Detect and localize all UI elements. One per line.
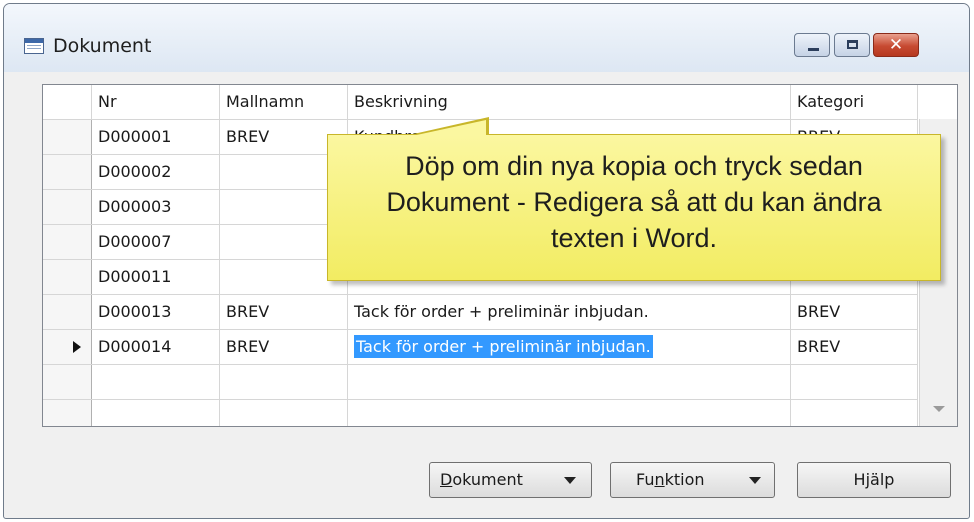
- cell-kategori[interactable]: [791, 400, 918, 426]
- cell-nr[interactable]: D000013: [92, 295, 220, 329]
- cell-nr[interactable]: D000014: [92, 330, 220, 364]
- callout-line-3: texten i Word.: [550, 223, 718, 253]
- minimize-button[interactable]: [794, 33, 830, 57]
- cell-nr[interactable]: [92, 400, 220, 426]
- hjalp-button[interactable]: Hjälp: [797, 462, 951, 498]
- maximize-icon: [847, 40, 858, 49]
- row-selector[interactable]: [43, 155, 92, 189]
- column-header-beskrivning[interactable]: Beskrivning: [348, 85, 791, 119]
- chevron-down-icon: [749, 477, 761, 484]
- table-row[interactable]: [43, 364, 918, 399]
- column-header-kategori[interactable]: Kategori: [791, 85, 918, 119]
- funktion-menu-button[interactable]: Funktion: [610, 462, 775, 498]
- table-icon: [24, 38, 44, 54]
- cell-nr[interactable]: D000002: [92, 155, 220, 189]
- funktion-label-rest: ktion: [664, 470, 705, 489]
- table-row[interactable]: [43, 399, 918, 426]
- dokument-window: Dokument ✕ Nr Mallnamn Beskrivning Kateg…: [3, 3, 970, 519]
- selector-header: [43, 85, 92, 119]
- help-callout: Döp om din nya kopia och tryck sedan Dok…: [327, 134, 941, 281]
- dokument-label-rest: okument: [452, 470, 523, 489]
- dokument-button-label: Dokument: [440, 463, 523, 497]
- cell-beskrivning[interactable]: [348, 365, 791, 399]
- dokument-menu-button[interactable]: Dokument: [429, 462, 592, 498]
- dokument-accesskey: D: [440, 470, 453, 489]
- cell-kategori[interactable]: [791, 365, 918, 399]
- cell-nr[interactable]: D000007: [92, 225, 220, 259]
- cell-mallnamn[interactable]: [220, 365, 348, 399]
- scroll-down-icon[interactable]: [933, 406, 945, 412]
- table-row-current[interactable]: D000014 BREV Tack för order + preliminär…: [43, 329, 918, 364]
- cell-kategori[interactable]: BREV: [791, 330, 918, 364]
- cell-nr[interactable]: D000001: [92, 120, 220, 154]
- cell-beskrivning[interactable]: Tack för order + preliminär inbjudan.: [348, 295, 791, 329]
- callout-line-2: Dokument - Redigera så att du kan ändra: [386, 187, 882, 217]
- close-icon: ✕: [888, 35, 904, 55]
- cell-mallnamn[interactable]: BREV: [220, 330, 348, 364]
- tooltip-pointer-fill: [412, 120, 486, 136]
- cell-beskrivning[interactable]: [348, 400, 791, 426]
- row-selector[interactable]: [43, 225, 92, 259]
- selected-text[interactable]: Tack för order + preliminär inbjudan.: [354, 335, 653, 358]
- table-row[interactable]: D000013 BREV Tack för order + preliminär…: [43, 294, 918, 329]
- row-selector[interactable]: [43, 260, 92, 294]
- window-title: Dokument: [53, 35, 152, 57]
- row-selector[interactable]: [43, 365, 92, 399]
- minimize-icon: [808, 48, 819, 51]
- close-button[interactable]: ✕: [873, 33, 919, 57]
- row-selector[interactable]: [43, 120, 92, 154]
- row-selector[interactable]: [43, 190, 92, 224]
- cell-nr[interactable]: D000011: [92, 260, 220, 294]
- funktion-label-start: Fu: [636, 470, 655, 489]
- column-header-mallnamn[interactable]: Mallnamn: [220, 85, 348, 119]
- cell-kategori[interactable]: BREV: [791, 295, 918, 329]
- chevron-down-icon: [564, 477, 576, 484]
- title-bar[interactable]: Dokument ✕: [4, 4, 969, 72]
- current-row-indicator-icon[interactable]: [43, 330, 92, 364]
- cell-nr[interactable]: D000003: [92, 190, 220, 224]
- cell-mallnamn[interactable]: [220, 400, 348, 426]
- row-selector[interactable]: [43, 400, 92, 426]
- row-selector[interactable]: [43, 295, 92, 329]
- cell-beskrivning-editing[interactable]: Tack för order + preliminär inbjudan.: [348, 330, 791, 364]
- maximize-button[interactable]: [834, 33, 870, 57]
- funktion-accesskey: n: [654, 470, 665, 489]
- cell-mallnamn[interactable]: BREV: [220, 295, 348, 329]
- column-header-nr[interactable]: Nr: [92, 85, 220, 119]
- funktion-button-label: Funktion: [636, 463, 705, 497]
- cell-nr[interactable]: [92, 365, 220, 399]
- callout-line-1: Döp om din nya kopia och tryck sedan: [405, 151, 863, 181]
